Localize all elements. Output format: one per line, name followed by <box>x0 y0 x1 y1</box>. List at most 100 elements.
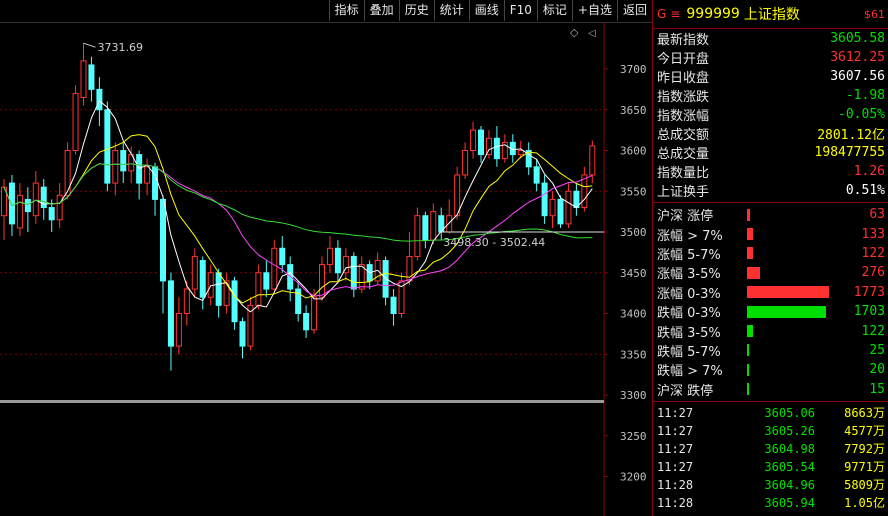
candle-body <box>493 137 500 160</box>
candle-body <box>549 198 556 217</box>
distribution-label: 跌幅 5-7% <box>657 344 721 360</box>
tick-time: 11:28 <box>657 495 694 510</box>
candle-body <box>303 313 310 331</box>
quote-value: 0.51% <box>845 183 885 198</box>
distribution-value: 276 <box>861 265 885 281</box>
candle-body <box>557 198 564 225</box>
candle-body <box>470 129 477 151</box>
kline-chart[interactable]: 3700 3650 3600 3550 3500 3450 3400 3350 3300 3250… <box>0 22 652 516</box>
candle-body <box>160 198 166 282</box>
tick-time: 11:27 <box>657 441 694 456</box>
candle-body <box>88 64 95 90</box>
candle-body <box>8 182 15 225</box>
candle-body <box>565 190 572 225</box>
tick-price: 3605.54 <box>764 459 815 474</box>
distribution-bar-track <box>747 383 835 396</box>
distribution-value: 133 <box>861 226 885 242</box>
quote-panel: G ≡ 999999 上证指数 $61 最新指数 3605.58 今日开盘 3612.… <box>652 0 888 516</box>
candle-body <box>446 215 453 233</box>
distribution-label: 沪深 涨停 <box>657 209 714 225</box>
candle-body <box>478 129 484 156</box>
tick-time: 11:28 <box>657 477 694 492</box>
candle-body <box>175 313 182 347</box>
distribution-bar <box>747 325 753 338</box>
quote-row: 总成交量 198477755 <box>653 143 888 162</box>
tick-price: 3605.06 <box>764 405 815 420</box>
quote-value: -0.05% <box>838 107 885 122</box>
menu-icon[interactable]: ≡ <box>670 7 680 21</box>
quote-row: 指数涨跌 -1.98 <box>653 86 888 105</box>
scroll-arrow-icon[interactable]: ◁ <box>588 28 596 39</box>
quote-label: 上证换手 <box>657 185 710 200</box>
toolbar-button-4[interactable]: 画线 <box>468 0 504 21</box>
candle-body <box>144 166 151 184</box>
distribution-bar <box>747 247 753 260</box>
candle-body <box>183 288 190 314</box>
toolbar-button-1[interactable]: 叠加 <box>363 0 399 21</box>
quote-row: 指数涨幅 -0.05% <box>653 105 888 124</box>
chart-toolbar: 指标 叠加 历史 统计 画线 F10 标记 +自选 返回 <box>0 0 652 23</box>
quote-row: 指数量比 1.26 <box>653 162 888 181</box>
candle-body <box>215 272 222 306</box>
distribution-label: 涨幅 5-7% <box>657 247 721 263</box>
candle-body <box>80 60 87 99</box>
candle-body <box>72 92 79 151</box>
distribution-bar <box>747 228 754 241</box>
distribution-label: 跌幅 > 7% <box>657 364 723 380</box>
y-tick-label: 3450 <box>620 267 647 280</box>
y-tick-label: 3200 <box>620 471 647 484</box>
kline-chart-svg[interactable]: 3700 3650 3600 3550 3500 3450 3400 3350 3300 3250… <box>0 22 652 516</box>
distribution-value: 1703 <box>853 304 885 320</box>
quote-label: 昨日收盘 <box>657 71 710 86</box>
candle-body <box>255 272 262 306</box>
distribution-row: 涨幅 0-3% 1773 <box>653 283 888 302</box>
toolbar-button-3[interactable]: 统计 <box>433 0 469 21</box>
tick-list[interactable]: 11:27 3605.06 8663万 11:27 3605.26 4577万 11:27 3… <box>653 402 888 512</box>
toolbar-button-5[interactable]: F10 <box>503 0 537 21</box>
candle-body <box>239 321 246 347</box>
toolbar-button-2[interactable]: 历史 <box>398 0 434 21</box>
tick-volume: 7792万 <box>844 442 885 457</box>
distribution-bar-track <box>747 363 835 376</box>
distribution-bar-track <box>747 305 835 318</box>
toolbar-button-7[interactable]: +自选 <box>571 0 617 21</box>
distribution-label: 涨幅 > 7% <box>657 228 723 244</box>
distribution-row: 跌幅 5-7% 25 <box>653 341 888 360</box>
distribution-label: 涨幅 0-3% <box>657 286 721 302</box>
candle-body <box>541 182 548 217</box>
quote-label: 总成交额 <box>657 128 710 143</box>
toolbar-button-0[interactable]: 指标 <box>328 0 364 21</box>
candle-body <box>271 247 278 290</box>
distribution-row: 沪深 涨停 63 <box>653 205 888 224</box>
distribution-bar-track <box>747 266 835 279</box>
y-tick-label: 3600 <box>620 145 647 158</box>
quote-value: 2801.12亿 <box>817 128 885 143</box>
quote-label: 最新指数 <box>657 33 710 48</box>
quote-row: 总成交额 2801.12亿 <box>653 124 888 143</box>
pane-separator <box>0 400 604 403</box>
y-tick-label: 3500 <box>620 226 647 239</box>
distribution-row: 涨幅 5-7% 122 <box>653 244 888 263</box>
candle-body <box>263 272 270 290</box>
candle-body <box>390 296 397 315</box>
quote-label: 指数量比 <box>657 166 710 181</box>
quote-value: 1.26 <box>853 164 885 179</box>
tick-row: 11:27 3604.98 7792万 <box>653 440 888 458</box>
distribution-bar <box>747 344 749 357</box>
tick-volume: 1.05亿 <box>844 496 885 511</box>
candle-body <box>191 255 198 290</box>
toolbar-button-6[interactable]: 标记 <box>536 0 572 21</box>
distribution-value: 122 <box>861 245 885 261</box>
distribution-bar-track <box>747 247 835 260</box>
tick-row: 11:27 3605.54 9771万 <box>653 458 888 476</box>
distribution-list: 沪深 涨停 63 涨幅 > 7% 133 涨幅 5-7% 122 涨幅 3-5% 276 涨幅 … <box>653 203 888 402</box>
toolbar-button-8[interactable]: 返回 <box>616 0 652 21</box>
candle-body <box>120 150 127 172</box>
y-tick-label: 3250 <box>620 430 647 443</box>
diamond-icon[interactable]: ◇ <box>570 26 579 39</box>
candle-body <box>152 166 159 200</box>
quote-value: 3607.56 <box>830 69 885 84</box>
y-tick-label: 3400 <box>620 308 647 321</box>
index-name: 上证指数 <box>743 7 800 23</box>
quote-value: 3612.25 <box>830 50 885 65</box>
